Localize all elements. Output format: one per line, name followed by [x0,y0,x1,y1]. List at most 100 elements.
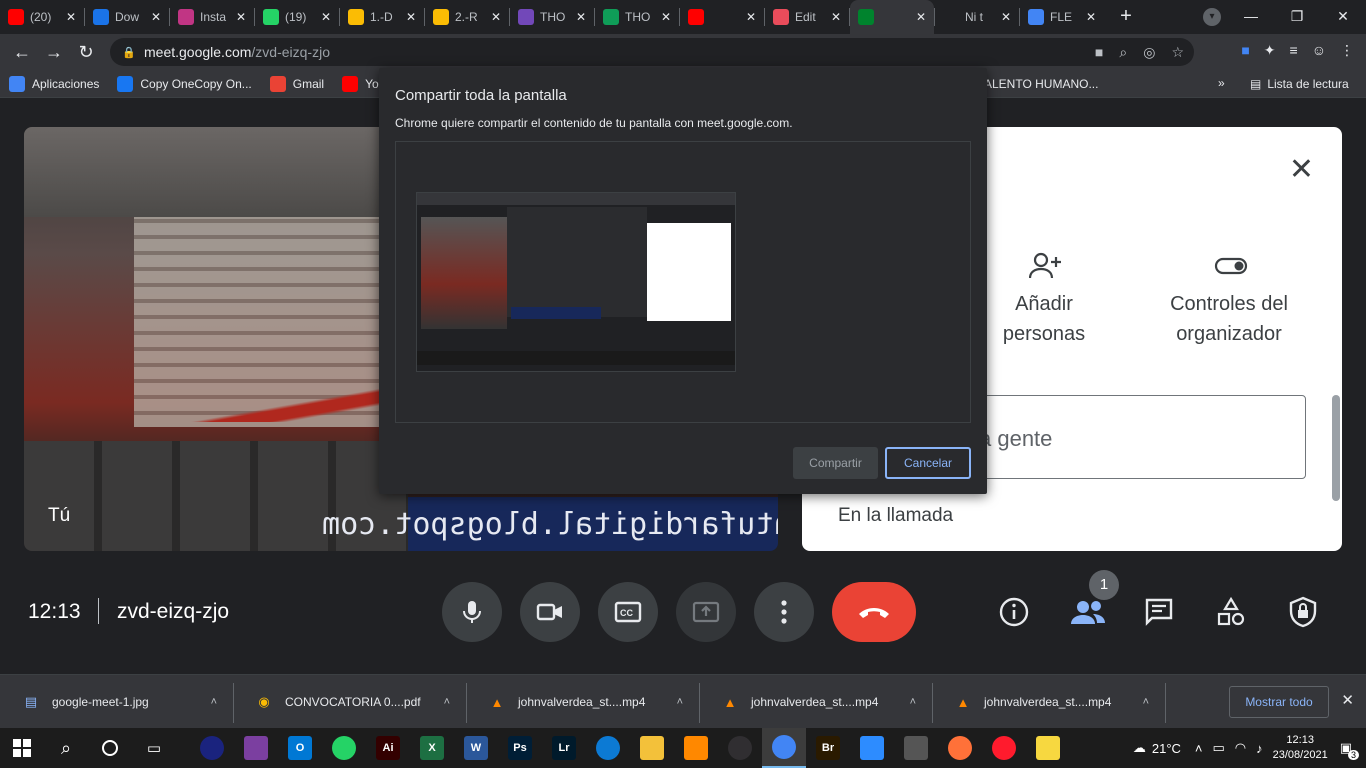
taskbar-app-bridge[interactable]: Br [806,728,850,768]
download-item[interactable]: ▲ johnvalverdea_st....mp4 ˄ [466,675,699,729]
host-controls-button[interactable]: Controles del organizador [1154,251,1304,349]
taskbar-app-chrome[interactable] [762,728,806,768]
present-button[interactable] [676,582,736,642]
taskbar-app-opera[interactable] [982,728,1026,768]
close-tab-icon[interactable]: ✕ [661,10,671,24]
close-tab-icon[interactable]: ✕ [576,10,586,24]
taskbar-app-explorer[interactable] [630,728,674,768]
more-options-button[interactable] [754,582,814,642]
close-tab-icon[interactable]: ✕ [491,10,501,24]
camera-in-use-icon[interactable]: ■ [1095,44,1103,61]
download-item[interactable]: ▤ google-meet-1.jpg ˄ [0,675,233,729]
browser-tab[interactable]: (19) ✕ [255,0,339,34]
bookmark-item[interactable]: Aplicaciones [0,75,108,92]
show-all-downloads-button[interactable]: Mostrar todo [1229,686,1329,718]
download-menu-chevron-icon[interactable]: ˄ [444,696,450,708]
menu-kebab-icon[interactable]: ⋮ [1340,42,1354,59]
close-tab-icon[interactable]: ✕ [831,10,841,24]
taskbar-app-firefox-dev[interactable] [190,728,234,768]
close-tab-icon[interactable]: ✕ [236,10,246,24]
extensions-puzzle-icon[interactable]: ✦ [1264,42,1276,59]
forward-icon[interactable]: → [38,42,70,63]
taskbar-app-edge[interactable] [586,728,630,768]
host-controls-shield-icon[interactable] [1287,596,1319,628]
browser-tab[interactable]: 2.-R ✕ [425,0,509,34]
taskbar-clock[interactable]: 12:13 23/08/2021 [1273,733,1328,763]
close-tab-icon[interactable]: ✕ [746,10,756,24]
browser-tab[interactable]: Edit ✕ [765,0,849,34]
bookmark-star-icon[interactable]: ☆ [1171,44,1184,61]
wifi-icon[interactable]: ◠ [1235,740,1246,756]
download-menu-chevron-icon[interactable]: ˄ [677,696,683,708]
taskbar-app-outlook[interactable]: O [278,728,322,768]
taskbar-app-excel[interactable]: X [410,728,454,768]
chat-icon[interactable] [1143,596,1175,628]
search-icon[interactable]: ⌕ [44,728,88,768]
task-view-icon[interactable]: ▭ [132,728,176,768]
back-icon[interactable]: ← [6,42,38,63]
captions-button[interactable]: CC [598,582,658,642]
search-people-input[interactable]: a gente [968,395,1306,479]
taskbar-app-word[interactable]: W [454,728,498,768]
minimize-icon[interactable]: — [1228,0,1274,32]
bookmark-item[interactable]: Copy OneCopy On... [108,75,260,92]
extension-shield-icon[interactable]: ■ [1241,42,1249,59]
close-tab-icon[interactable]: ✕ [1001,10,1011,24]
new-tab-icon[interactable]: + [1112,3,1140,31]
leave-call-button[interactable] [832,582,916,642]
activities-icon[interactable] [1215,596,1247,628]
browser-tab[interactable]: Dow ✕ [85,0,169,34]
taskbar-app-firefox[interactable] [938,728,982,768]
bookmark-hidden[interactable]: ALENTO HUMANO... [984,70,1098,98]
people-icon[interactable] [1070,596,1105,628]
taskbar-app-zoom[interactable] [850,728,894,768]
screen-thumbnail[interactable] [416,192,736,372]
weather-icon[interactable]: ☁ [1133,740,1146,756]
taskbar-app-calculator[interactable] [894,728,938,768]
download-menu-chevron-icon[interactable]: ˄ [910,696,916,708]
start-button[interactable] [0,728,44,768]
taskbar-app-whatsapp[interactable] [322,728,366,768]
close-panel-icon[interactable]: ✕ [1289,155,1314,185]
browser-tab[interactable]: THO ✕ [595,0,679,34]
volume-icon[interactable]: ♪ [1256,741,1263,756]
reload-icon[interactable]: ↻ [70,42,102,63]
battery-icon[interactable]: ▭ [1213,740,1225,756]
browser-tab[interactable]: 1.-D ✕ [340,0,424,34]
add-people-button[interactable]: Añadir personas [994,251,1094,349]
meeting-info-icon[interactable] [998,596,1030,628]
taskbar-app-sticky[interactable] [1026,728,1070,768]
address-bar[interactable]: 🔒 meet.google.com/zvd-eizq-zjo ■ ⌕ ◎ ☆ [110,38,1194,66]
panel-scrollbar[interactable] [1332,395,1340,501]
close-window-icon[interactable]: ✕ [1320,0,1366,32]
close-tab-icon[interactable]: ✕ [1086,10,1096,24]
browser-tab[interactable]: (20) ✕ [0,0,84,34]
close-tab-icon[interactable]: ✕ [66,10,76,24]
taskbar-app-obs[interactable] [718,728,762,768]
share-button[interactable]: Compartir [793,447,878,479]
browser-tab[interactable]: Ni t ✕ [935,0,1019,34]
browser-tab[interactable]: Insta ✕ [170,0,254,34]
camera-button[interactable] [520,582,580,642]
browser-tab[interactable]: ✕ [680,0,764,34]
browser-tab[interactable]: ✕ [850,0,934,34]
download-item[interactable]: ▲ johnvalverdea_st....mp4 ˄ [932,675,1165,729]
taskbar-app-illustrator[interactable]: Ai [366,728,410,768]
close-tab-icon[interactable]: ✕ [321,10,331,24]
zoom-icon[interactable]: ⌕ [1119,44,1127,61]
tab-search-icon[interactable]: ▾ [1203,8,1221,26]
download-item[interactable]: ▲ johnvalverdea_st....mp4 ˄ [699,675,932,729]
close-tab-icon[interactable]: ✕ [406,10,416,24]
download-menu-chevron-icon[interactable]: ˄ [1143,696,1149,708]
browser-tab[interactable]: THO ✕ [510,0,594,34]
taskbar-app-photoshop[interactable]: Ps [498,728,542,768]
media-controls-icon[interactable]: ≡ [1290,42,1298,59]
cancel-button[interactable]: Cancelar [885,447,971,479]
google-lens-icon[interactable]: ◎ [1143,44,1155,61]
download-menu-chevron-icon[interactable]: ˄ [211,696,217,708]
reading-list[interactable]: ▤ Lista de lectura [1250,70,1349,98]
cortana-icon[interactable] [88,728,132,768]
browser-tab[interactable]: FLE ✕ [1020,0,1104,34]
taskbar-app-lightroom[interactable]: Lr [542,728,586,768]
taskbar-app-vlc[interactable] [674,728,718,768]
